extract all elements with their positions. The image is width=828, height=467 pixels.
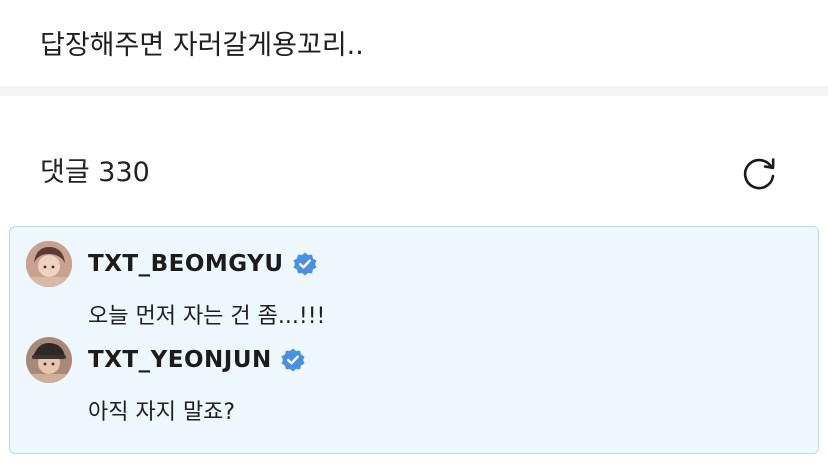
verified-badge-icon [280,347,306,373]
avatar[interactable] [26,337,72,383]
comments-header: 댓글 330 [0,140,828,206]
post-body: 답장해주면 자러갈게용꼬리.. [0,0,828,86]
comment-thread-card: TXT_BEOMGYU 오늘 먼저 자는 건 좀...!!! TXT_YEONJ… [9,226,819,454]
refresh-icon [743,158,775,190]
post-text: 답장해주면 자러갈게용꼬리.. [40,30,364,61]
comment-text: 오늘 먼저 자는 건 좀...!!! [88,304,326,329]
author-name[interactable]: TXT_BEOMGYU [88,251,284,277]
author-row: TXT_YEONJUN [88,342,306,378]
author-row: TXT_BEOMGYU [88,246,318,282]
avatar[interactable] [26,241,72,287]
refresh-button[interactable] [740,154,780,194]
author-name[interactable]: TXT_YEONJUN [88,347,272,373]
comments-count-label: 댓글 330 [40,157,150,188]
comment-text: 아직 자지 말죠? [88,400,236,425]
section-divider [0,86,828,96]
verified-badge-icon [292,251,318,277]
